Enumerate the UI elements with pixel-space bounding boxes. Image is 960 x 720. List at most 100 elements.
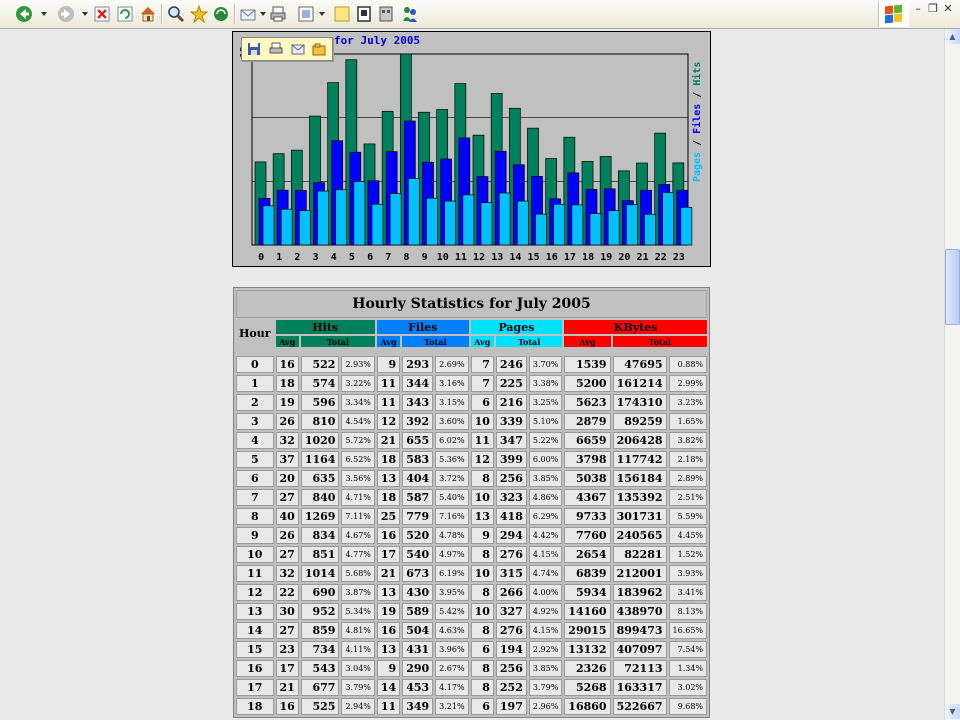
- edit-icon[interactable]: [296, 4, 316, 24]
- media-icon[interactable]: [211, 4, 231, 24]
- files-pct-cell: 6.19%: [435, 565, 469, 582]
- hour-cell: 8: [236, 508, 274, 525]
- pages-avg-cell: 8: [470, 584, 494, 601]
- table-row: 12 22 690 3.87% 13 430 3.95% 8 266 4.00% 5934 18396…: [236, 584, 708, 601]
- kbytes-total-header: Total: [612, 336, 708, 347]
- bar-pages-17: [571, 204, 584, 246]
- toolbar-separator: [161, 4, 163, 24]
- pages-avg-cell: 10: [470, 565, 494, 582]
- kbytes-total-cell: 161214: [612, 375, 667, 392]
- table-row: 5 37 1164 6.52% 18 583 5.36% 12 399 6.00% 3798 1177…: [236, 451, 708, 468]
- hits-avg-cell: 27: [275, 489, 299, 506]
- hits-avg-cell: 32: [275, 565, 299, 582]
- files-pct-cell: 3.21%: [435, 698, 469, 715]
- x-tick-label: 16: [546, 252, 558, 263]
- pages-total-cell: 252: [495, 679, 527, 696]
- minimize-icon[interactable]: –: [911, 2, 925, 16]
- close-icon[interactable]: ✕: [941, 2, 955, 16]
- files-avg-cell: 14: [376, 679, 401, 696]
- pages-pct-cell: 5.22%: [528, 432, 563, 449]
- pages-total-cell: 276: [495, 622, 527, 639]
- pages-avg-cell: 10: [470, 413, 494, 430]
- mail-icon[interactable]: [239, 4, 259, 24]
- search-icon[interactable]: [166, 4, 186, 24]
- bar-pages-13: [498, 192, 511, 246]
- hits-pct-cell: 4.81%: [341, 622, 375, 639]
- scroll-up-icon[interactable]: ▲: [945, 29, 960, 44]
- kbytes-pct-cell: 2.51%: [668, 489, 708, 506]
- files-total-cell: 392: [402, 413, 434, 430]
- files-total-cell: 583: [402, 451, 434, 468]
- forward-icon[interactable]: [56, 4, 76, 24]
- x-tick-label: 0: [258, 252, 264, 263]
- files-total-cell: 779: [402, 508, 434, 525]
- open-folder-icon[interactable]: [312, 42, 326, 56]
- print-icon[interactable]: [268, 4, 288, 24]
- kbytes-total-cell: 89259: [612, 413, 667, 430]
- x-tick-label: 18: [582, 252, 594, 263]
- back-dropdown-icon[interactable]: [41, 12, 47, 16]
- home-icon[interactable]: [138, 4, 158, 24]
- pages-total-cell: 418: [495, 508, 527, 525]
- scroll-thumb[interactable]: [945, 249, 960, 325]
- stop-icon[interactable]: [92, 4, 112, 24]
- files-avg-cell: 9: [376, 356, 401, 373]
- bar-pages-18: [589, 213, 602, 246]
- hits-pct-cell: 7.11%: [341, 508, 375, 525]
- back-icon[interactable]: [14, 4, 34, 24]
- hits-pct-cell: 3.04%: [341, 660, 375, 677]
- pages-avg-cell: 6: [470, 698, 494, 715]
- kbytes-pct-cell: 1.65%: [668, 413, 708, 430]
- pages-pct-cell: 3.79%: [528, 679, 563, 696]
- vertical-scrollbar[interactable]: ▲ ▼: [944, 29, 960, 720]
- table-row: 1 18 574 3.22% 11 344 3.16% 7 225 3.38% 5200 161214…: [236, 375, 708, 392]
- series-label-hits: Hits: [691, 62, 703, 86]
- files-avg-cell: 17: [376, 546, 401, 563]
- files-total-cell: 673: [402, 565, 434, 582]
- scroll-down-icon[interactable]: ▼: [945, 704, 960, 719]
- bar-pages-4: [335, 189, 348, 246]
- x-tick-label: 2: [294, 252, 300, 263]
- hour-cell: 15: [236, 641, 274, 658]
- hits-total-cell: 1014: [300, 565, 340, 582]
- notes-icon[interactable]: [332, 4, 352, 24]
- bar-pages-3: [317, 190, 329, 246]
- mail-dropdown-icon[interactable]: [260, 12, 266, 16]
- email-image-icon[interactable]: [291, 42, 305, 56]
- table-row: 14 27 859 4.81% 16 504 4.63% 8 276 4.15% 29015 8994…: [236, 622, 708, 639]
- files-pct-cell: 3.15%: [435, 394, 469, 411]
- files-avg-cell: 11: [376, 375, 401, 392]
- forward-dropdown-icon[interactable]: [82, 12, 88, 16]
- files-avg-cell: 16: [376, 527, 401, 544]
- favorites-icon[interactable]: [189, 4, 209, 24]
- print-image-icon[interactable]: [269, 42, 283, 56]
- kbytes-total-cell: 522667: [612, 698, 667, 715]
- research-icon[interactable]: [376, 4, 396, 24]
- files-avg-cell: 18: [376, 451, 401, 468]
- files-pct-cell: 3.60%: [435, 413, 469, 430]
- x-tick-label: 14: [509, 252, 521, 263]
- kbytes-pct-cell: 3.41%: [668, 584, 708, 601]
- hits-avg-cell: 17: [275, 660, 299, 677]
- pages-total-cell: 246: [495, 356, 527, 373]
- svg-text:Pages / Files / Hits: Pages / Files / Hits: [691, 62, 703, 182]
- pages-total-cell: 276: [495, 546, 527, 563]
- kbytes-avg-cell: 3798: [564, 451, 611, 468]
- files-header: Files: [376, 320, 469, 334]
- pages-avg-header: Avg: [470, 336, 494, 347]
- hits-pct-cell: 3.79%: [341, 679, 375, 696]
- save-icon[interactable]: [247, 42, 261, 56]
- kbytes-avg-header: Avg: [564, 336, 611, 347]
- hour-cell: 9: [236, 527, 274, 544]
- book-icon[interactable]: [354, 4, 374, 24]
- x-tick-label: 10: [437, 252, 449, 263]
- edit-dropdown-icon[interactable]: [319, 12, 325, 16]
- kbytes-total-cell: 47695: [612, 356, 667, 373]
- restore-icon[interactable]: ❐: [926, 2, 940, 16]
- messenger-icon[interactable]: [400, 4, 420, 24]
- refresh-icon[interactable]: [115, 4, 135, 24]
- pages-avg-cell: 10: [470, 489, 494, 506]
- kbytes-avg-cell: 5038: [564, 470, 611, 487]
- bar-pages-6: [371, 203, 384, 246]
- hits-avg-cell: 19: [275, 394, 299, 411]
